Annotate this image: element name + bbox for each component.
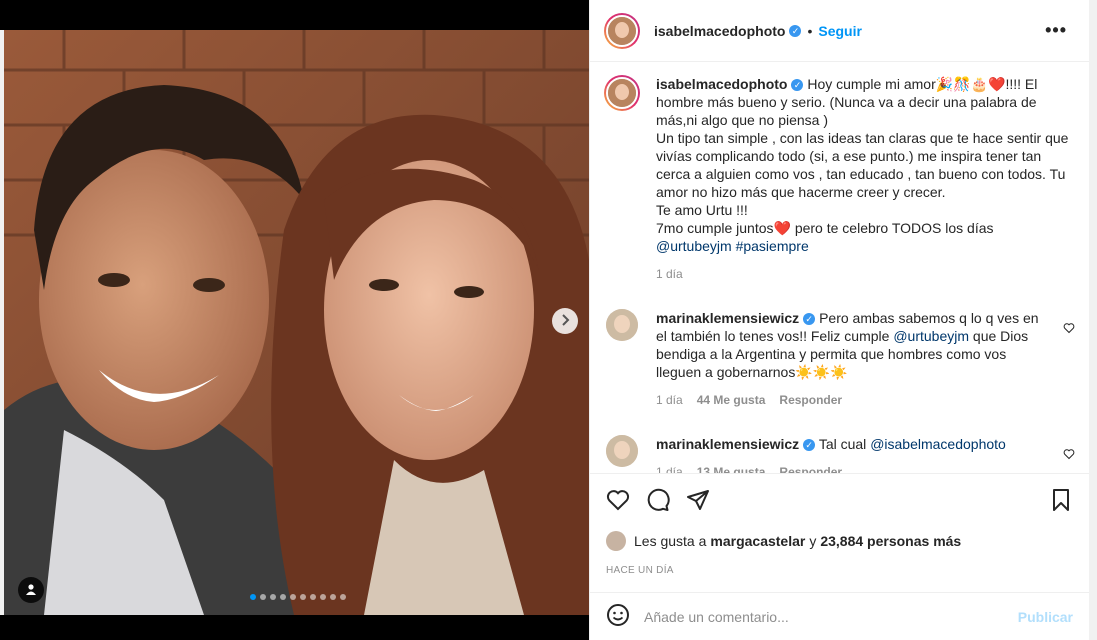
post-timestamp[interactable]: HACE UN DÍA: [606, 565, 1073, 576]
post-side-panel: isabelmacedophoto ✓ • Seguir ••• isabelm…: [589, 0, 1089, 640]
verified-icon: ✓: [791, 79, 804, 92]
likes-connector: y: [809, 533, 817, 549]
likes-user[interactable]: margacastelar: [710, 533, 805, 549]
publish-button[interactable]: Publicar: [1018, 609, 1073, 625]
reply-button[interactable]: Responder: [779, 391, 842, 409]
comment-time[interactable]: 1 día: [656, 463, 683, 473]
caption-avatar[interactable]: [604, 75, 640, 111]
caption-username[interactable]: isabelmacedophoto: [656, 76, 787, 92]
verified-icon: ✓: [803, 439, 816, 452]
post-actions: Les gusta a margacastelar y 23,884 perso…: [590, 473, 1089, 576]
comment-mention[interactable]: @urtubeyjm: [893, 328, 969, 344]
carousel-dot: [330, 594, 336, 600]
chevron-right-icon: [560, 313, 570, 329]
post-photo[interactable]: [4, 30, 589, 615]
caption-hashtag[interactable]: #pasiempre: [736, 238, 809, 254]
comment-mention[interactable]: @isabelmacedophoto: [870, 436, 1006, 452]
carousel-dot: [250, 594, 256, 600]
likes-summary[interactable]: Les gusta a margacastelar y 23,884 perso…: [606, 531, 1073, 551]
carousel-dot: [320, 594, 326, 600]
comment-time[interactable]: 1 día: [656, 391, 683, 409]
add-comment-bar: Añade un comentario... Publicar: [590, 592, 1089, 640]
comment-input[interactable]: Añade un comentario...: [644, 609, 1018, 625]
carousel-next-button[interactable]: [552, 308, 578, 334]
more-icon[interactable]: •••: [1045, 20, 1067, 41]
carousel-dot: [280, 594, 286, 600]
post-header: isabelmacedophoto ✓ • Seguir •••: [590, 0, 1089, 62]
app-frame: isabelmacedophoto ✓ • Seguir ••• isabelm…: [0, 0, 1097, 640]
reply-button[interactable]: Responder: [779, 463, 842, 473]
heart-icon[interactable]: [1063, 447, 1075, 463]
comments-list[interactable]: isabelmacedophoto ✓ Hoy cumple mi amor🎉🎊🎂…: [590, 63, 1089, 473]
caption: isabelmacedophoto ✓ Hoy cumple mi amor🎉🎊🎂…: [604, 75, 1075, 283]
user-tag-button[interactable]: [18, 577, 44, 603]
carousel-dot: [310, 594, 316, 600]
photo-illustration: [4, 30, 589, 615]
user-tag-icon: [25, 582, 37, 598]
carousel-dots: [250, 594, 346, 600]
comment-username[interactable]: marinaklemensiewicz: [656, 310, 799, 326]
comment-likes[interactable]: 13 Me gusta: [697, 463, 766, 473]
separator-dot: •: [807, 22, 813, 39]
caption-mention[interactable]: @urtubeyjm: [656, 238, 732, 254]
carousel-dot: [340, 594, 346, 600]
comment-icon[interactable]: [646, 488, 670, 515]
comment-username[interactable]: marinaklemensiewicz: [656, 436, 799, 452]
verified-icon: ✓: [789, 24, 802, 37]
likes-prefix: Les gusta a: [634, 533, 707, 549]
comment-item: marinaklemensiewicz ✓ Pero ambas sabemos …: [604, 309, 1075, 409]
liker-avatar: [606, 531, 626, 551]
photo-bottom-bar: [0, 615, 589, 640]
commenter-avatar[interactable]: [606, 309, 638, 341]
comment-item: marinaklemensiewicz ✓ Tal cual @isabelmac…: [604, 435, 1075, 473]
carousel-dot: [270, 594, 276, 600]
caption-text: Hoy cumple mi amor🎉🎊🎂❤️!!!! El hombre má…: [656, 76, 1069, 236]
comment-likes[interactable]: 44 Me gusta: [697, 391, 766, 409]
heart-icon[interactable]: [1063, 321, 1075, 337]
comment-text: Tal cual: [818, 436, 871, 452]
author-avatar[interactable]: [604, 12, 640, 49]
share-icon[interactable]: [686, 488, 710, 515]
right-edge: [1089, 0, 1097, 640]
heart-icon[interactable]: [606, 488, 630, 515]
author-username[interactable]: isabelmacedophoto: [654, 23, 785, 39]
bookmark-icon[interactable]: [1049, 488, 1073, 515]
follow-button[interactable]: Seguir: [818, 23, 862, 39]
carousel-dot: [260, 594, 266, 600]
carousel-dot: [300, 594, 306, 600]
emoji-icon[interactable]: [606, 603, 630, 630]
commenter-avatar[interactable]: [606, 435, 638, 467]
carousel-dot: [290, 594, 296, 600]
caption-time[interactable]: 1 día: [656, 265, 683, 283]
likes-count[interactable]: 23,884 personas más: [820, 533, 961, 549]
verified-icon: ✓: [803, 313, 816, 326]
